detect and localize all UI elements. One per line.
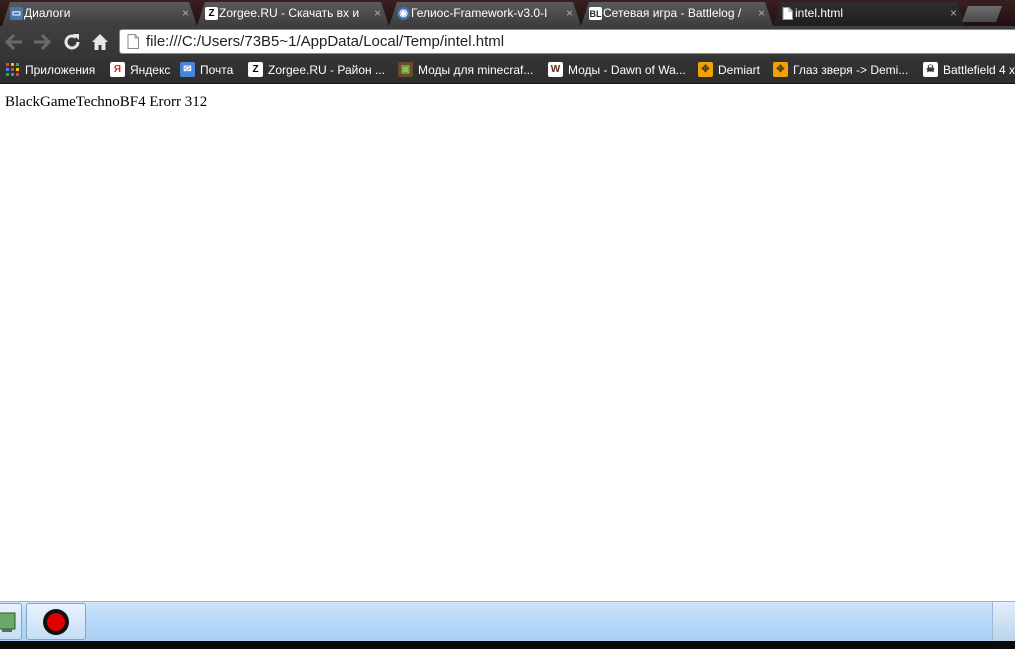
close-icon[interactable]: × [566,2,573,24]
bookmark-apps[interactable]: Приложения [5,61,95,79]
bookmark-mail[interactable]: ✉ Почта [180,61,233,79]
address-bar[interactable]: file:///C:/Users/73B5~1/AppData/Local/Te… [119,29,1015,54]
tab-label: Гелиос-Framework-v3.0-I [411,6,548,20]
tab-dialogs[interactable]: ▭ Диалоги × [2,2,197,26]
bookmark-label: Demiart [718,63,761,77]
skull-icon: ☠ [923,62,938,77]
screen-bottom-edge [0,641,1015,649]
bookmarks-bar: Приложения Я Яндекс ✉ Почта Z Zorgee.RU … [0,57,1015,84]
battlelog-icon: BL [589,8,602,19]
bookmark-label: Battlefield 4 ха [943,63,1015,77]
bookmark-label: Zorgee.RU - Район ... [268,63,385,77]
new-tab-button[interactable] [962,6,1002,22]
page-text: BlackGameTechnoBF4 Erorr 312 [5,94,208,110]
tab-intel[interactable]: intel.html × [773,2,965,26]
taskbar-button-app[interactable] [0,603,22,640]
zorgee-icon: Z [205,7,218,20]
document-icon [781,7,794,20]
yandex-icon: Я [110,62,125,77]
bookmark-label: Моды - Dawn of Wa... [568,63,686,77]
tab-label: Сетевая игра - Battlelog / [603,6,742,20]
globe-icon: ◉ [397,7,410,20]
bookmark-battlefield[interactable]: ☠ Battlefield 4 ха [923,61,1015,79]
wiki-icon: W [548,62,563,77]
tab-zorgee[interactable]: Z Zorgee.RU - Скачать вх и × [197,2,389,26]
taskbar-button-record[interactable] [26,603,86,640]
taskbar [0,601,1015,642]
mail-icon: ✉ [180,62,195,77]
demiart-icon: ✥ [698,62,713,77]
tab-label: Zorgee.RU - Скачать вх и [219,6,360,20]
tab-helios[interactable]: ◉ Гелиос-Framework-v3.0-I × [389,2,581,26]
close-icon[interactable]: × [758,2,765,24]
tab-strip: ▭ Диалоги × Z Zorgee.RU - Скачать вх и ×… [0,0,1015,26]
bookmark-yandex[interactable]: Я Яндекс [110,61,170,79]
demiart-icon: ✥ [773,62,788,77]
reload-icon [64,34,80,50]
back-arrow-icon [5,34,22,50]
chat-icon: ▭ [11,7,22,19]
forward-arrow-icon [34,34,51,50]
bookmark-beast-eye[interactable]: ✥ Глаз зверя -> Demi... [773,61,908,79]
reload-button[interactable] [60,30,84,54]
bookmark-label: Приложения [25,63,96,77]
forward-button[interactable] [30,30,54,54]
bookmark-label: Моды для minecraf... [418,63,534,77]
bookmark-dawn-of-war[interactable]: W Моды - Dawn of Wa... [548,61,686,79]
monitor-icon [0,612,16,632]
record-icon [43,608,69,635]
tab-label: intel.html [795,6,844,20]
close-icon[interactable]: × [182,2,189,24]
bookmark-label: Почта [200,63,234,77]
home-icon [92,34,108,50]
tab-label: Диалоги [24,6,71,20]
bookmark-label: Глаз зверя -> Demi... [793,63,909,77]
url-text[interactable]: file:///C:/Users/73B5~1/AppData/Local/Te… [146,33,504,50]
zorgee-icon: Z [248,62,263,77]
page-icon [127,34,139,54]
close-icon[interactable]: × [374,2,381,24]
bookmark-zorgee[interactable]: Z Zorgee.RU - Район ... [248,61,385,79]
bookmark-minecraft-mods[interactable]: ▣ Моды для minecraf... [398,61,533,79]
close-icon[interactable]: × [950,2,957,24]
bookmark-demiart[interactable]: ✥ Demiart [698,61,760,79]
minecraft-icon: ▣ [398,62,413,77]
apps-grid-icon [5,62,20,77]
show-desktop-button[interactable] [992,602,1015,642]
back-button[interactable] [2,30,26,54]
home-button[interactable] [88,30,112,54]
tab-battlelog[interactable]: BL Сетевая игра - Battlelog / × [581,2,773,26]
bookmark-label: Яндекс [130,63,171,77]
page-content: BlackGameTechnoBF4 Erorr 312 [0,84,1015,601]
